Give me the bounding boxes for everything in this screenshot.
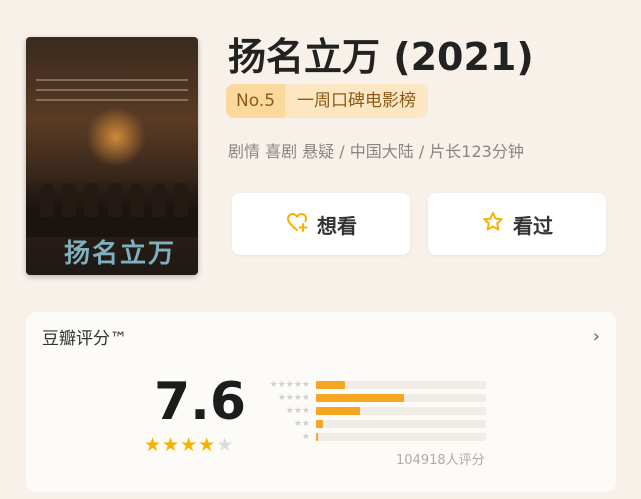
distribution-stars-icon: ★★★★★ xyxy=(269,379,310,390)
distribution-bar xyxy=(316,393,405,402)
distribution-bar xyxy=(316,406,361,415)
poster-figures xyxy=(26,177,198,237)
distribution-row: ★★★★ xyxy=(254,391,486,404)
movie-meta: 剧情 喜剧 悬疑 / 中国大陆 / 片长123分钟 xyxy=(228,142,524,161)
poster-cast-line xyxy=(36,99,188,101)
distribution-track xyxy=(316,419,486,428)
rating-distribution: ★★★★★ ★★★★ ★★★ ★★ ★ xyxy=(254,378,486,443)
want-to-watch-button[interactable]: 想看 xyxy=(232,193,410,255)
rank-badge[interactable]: No.5 一周口碑电影榜 xyxy=(226,84,429,118)
watched-label: 看过 xyxy=(513,213,553,238)
distribution-track xyxy=(316,380,486,389)
rating-count: 104918人评分 xyxy=(396,453,485,468)
star-filled-icon: ★ xyxy=(162,434,181,456)
distribution-bar xyxy=(316,419,323,428)
poster-cast-line xyxy=(36,89,188,91)
distribution-stars-icon: ★ xyxy=(301,431,310,442)
star-outline-icon xyxy=(481,210,505,239)
rating-card-title: 豆瓣评分™ xyxy=(42,329,127,349)
rank-list-label: 一周口碑电影榜 xyxy=(285,84,429,118)
heart-plus-icon xyxy=(285,210,309,239)
distribution-track xyxy=(316,432,486,441)
star-filled-icon: ★ xyxy=(144,434,163,456)
distribution-stars-icon: ★★ xyxy=(293,418,310,429)
distribution-bar xyxy=(316,432,318,441)
star-filled-icon: ★ xyxy=(180,434,199,456)
distribution-row: ★★★★★ xyxy=(254,378,486,391)
distribution-track xyxy=(316,406,486,415)
distribution-bar xyxy=(316,380,345,389)
movie-title: 扬名立万 (2021) xyxy=(228,35,534,79)
poster-title-art: 扬名立万 xyxy=(64,239,177,269)
distribution-row: ★ xyxy=(254,430,486,443)
rating-card: 豆瓣评分™ › 7.6 ★★★★★ ★★★★★ ★★★★ ★★★ ★★ ★ 104918… xyxy=(26,312,616,492)
poster-cast-line xyxy=(36,79,188,81)
movie-poster[interactable]: 扬名立万 xyxy=(26,37,198,275)
want-to-watch-label: 想看 xyxy=(317,213,357,238)
poster-light xyxy=(86,107,146,167)
rating-score: 7.6 xyxy=(154,372,247,432)
rank-number: No.5 xyxy=(226,84,286,118)
distribution-track xyxy=(316,393,486,402)
distribution-stars-icon: ★★★ xyxy=(285,405,310,416)
star-filled-icon: ★ xyxy=(198,434,217,456)
rating-stars: ★★★★★ xyxy=(144,434,234,456)
chevron-right-icon[interactable]: › xyxy=(593,326,600,347)
star-empty-icon: ★ xyxy=(216,434,235,456)
distribution-stars-icon: ★★★★ xyxy=(277,392,310,403)
distribution-row: ★★★ xyxy=(254,404,486,417)
distribution-row: ★★ xyxy=(254,417,486,430)
watched-button[interactable]: 看过 xyxy=(428,193,606,255)
